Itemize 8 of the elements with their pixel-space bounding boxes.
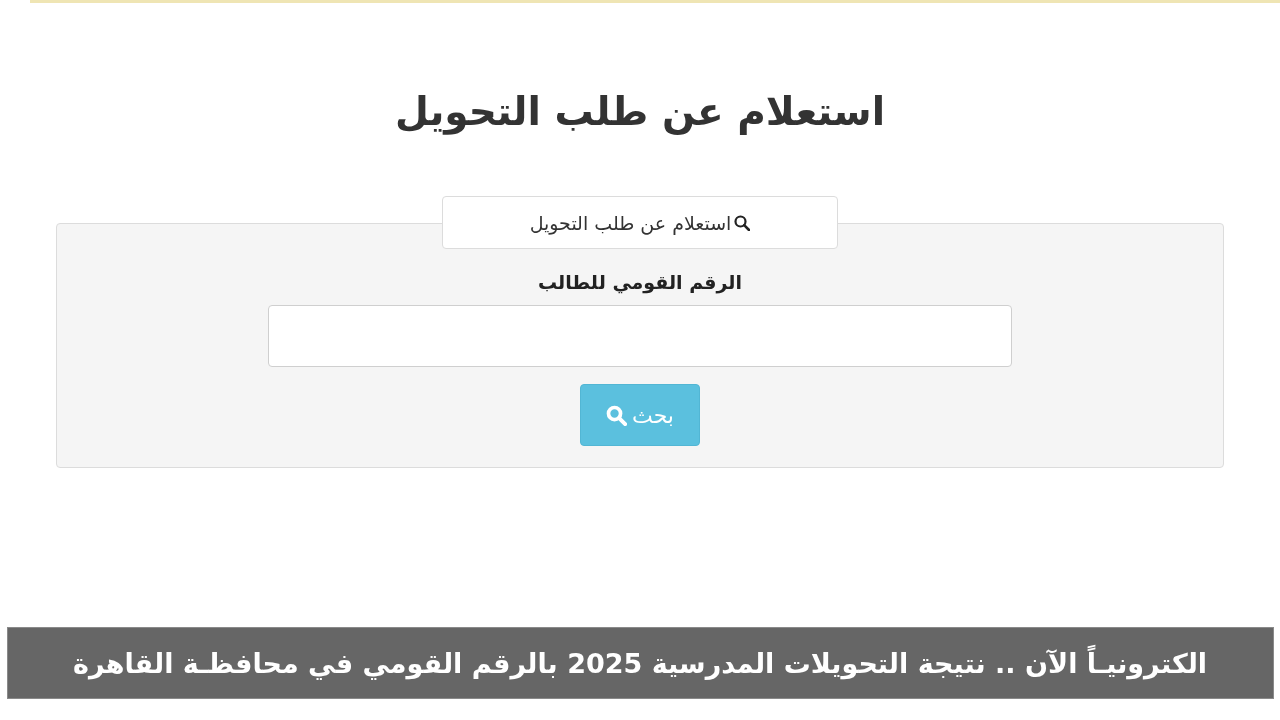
search-icon bbox=[606, 404, 628, 426]
page-title: استعلام عن طلب التحويل bbox=[394, 88, 886, 137]
search-button[interactable]: بحث bbox=[580, 384, 700, 446]
legend-text: استعلام عن طلب التحويل bbox=[529, 211, 732, 234]
field-label: الرقم القومي للطالب bbox=[538, 270, 743, 295]
search-icon bbox=[734, 214, 751, 231]
headline-text: الكترونيـاً الآن .. نتيجة التحويلات المدرسية 2025 بالرقم القومي في محافظـة القاهرة bbox=[73, 647, 1208, 679]
national-id-input[interactable] bbox=[268, 305, 1012, 367]
